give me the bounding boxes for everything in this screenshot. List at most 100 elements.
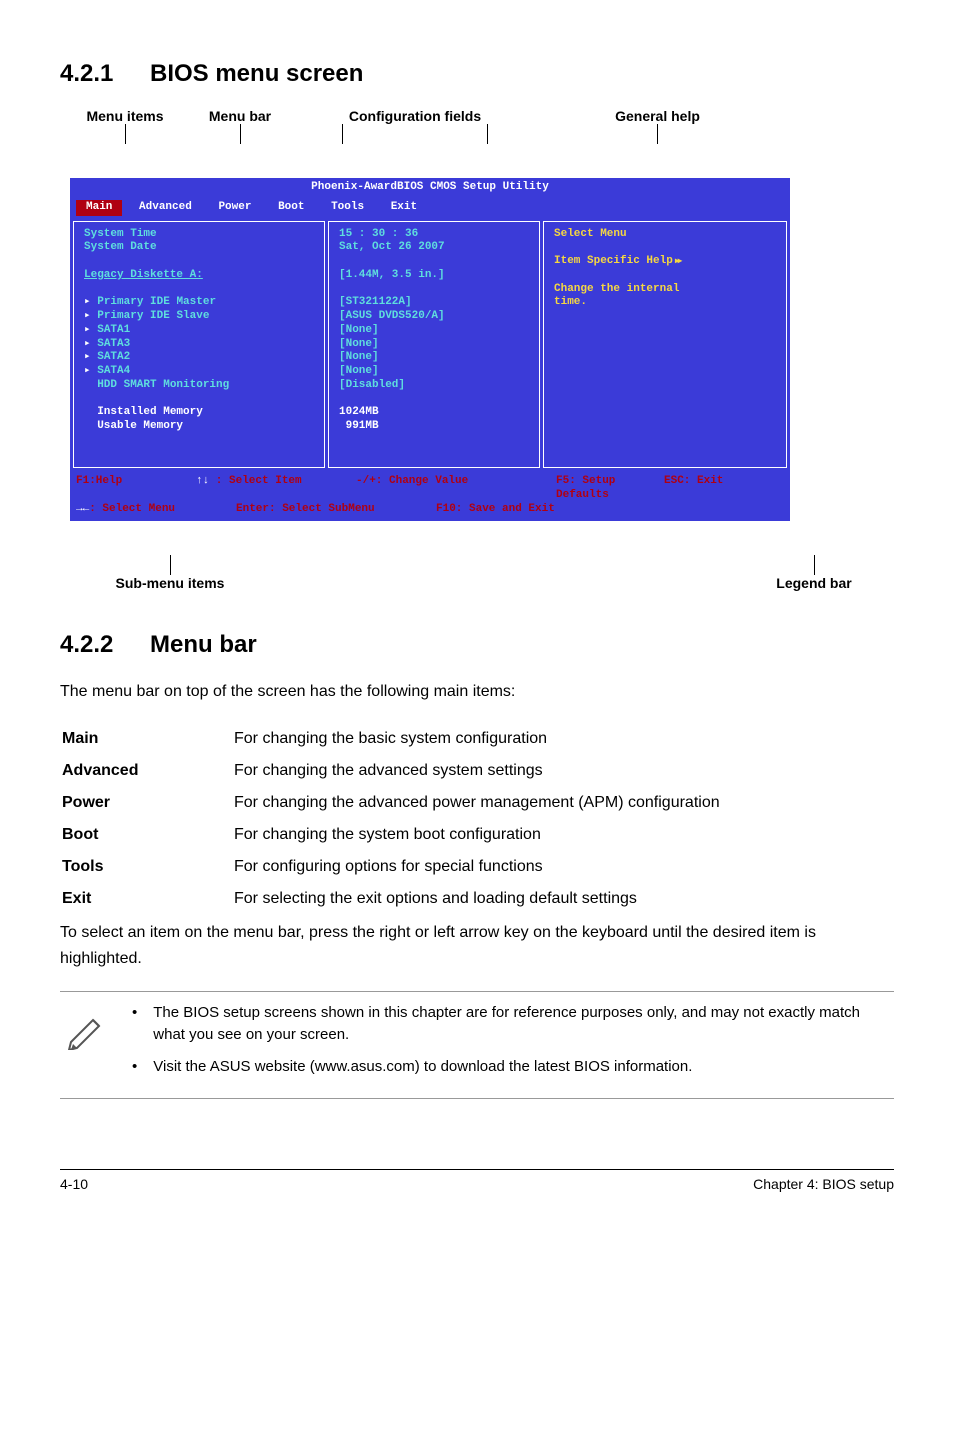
bios-left-pane: System Time System Date Legacy Diskette … <box>73 221 325 469</box>
desc-key: Power <box>62 788 232 818</box>
tab-exit: Exit <box>381 200 427 216</box>
legend-f10: F10: Save and Exit <box>436 503 784 517</box>
bios-value: [ASUS DVDS520/A] <box>339 310 529 324</box>
section-intro: The menu bar on top of the screen has th… <box>60 679 894 705</box>
bios-value: [None] <box>339 324 529 338</box>
bios-legend-bar: F1:Help ↑↓ : Select Item -/+: Change Val… <box>70 471 790 520</box>
bios-system-date: System Date <box>84 241 314 255</box>
bios-mid-pane: 15 : 30 : 36 Sat, Oct 26 2007 [1.44M, 3.… <box>328 221 540 469</box>
desc-value: For selecting the exit options and loadi… <box>234 884 892 914</box>
section-4-2-1-title: 4.2.1BIOS menu screen <box>60 60 894 88</box>
bios-installed-memory-value: 1024MB <box>339 406 529 420</box>
bios-installed-memory: Installed Memory <box>97 406 203 418</box>
bios-legacy-diskette: Legacy Diskette A: <box>84 269 314 283</box>
desc-key: Tools <box>62 852 232 882</box>
bios-value: [Disabled] <box>339 379 529 393</box>
bios-item: SATA2 <box>97 351 130 363</box>
section-heading: Menu bar <box>150 631 257 658</box>
table-row: ExitFor selecting the exit options and l… <box>62 884 892 914</box>
bios-item: Primary IDE Master <box>97 296 216 308</box>
legend-enter-select: Enter: Select SubMenu <box>236 503 436 517</box>
desc-key: Boot <box>62 820 232 850</box>
bios-item: Primary IDE Slave <box>97 310 209 322</box>
bios-item: SATA1 <box>97 324 130 336</box>
arrows-leftright-icon: →← <box>76 503 89 515</box>
bios-time-value: 15 : 30 : 36 <box>339 228 529 242</box>
section-number: 4.2.2 <box>60 631 150 659</box>
submenu-arrow-icon: ▸ <box>84 324 97 336</box>
legend-select-item: : Select Item <box>209 475 301 487</box>
section-number: 4.2.1 <box>60 60 150 88</box>
bios-system-time: System Time <box>84 228 314 242</box>
submenu-arrow-icon: ▸ <box>84 296 97 308</box>
desc-key: Exit <box>62 884 232 914</box>
bios-item-specific-help: Item Specific Help <box>554 255 673 267</box>
table-row: ToolsFor configuring options for special… <box>62 852 892 882</box>
tab-tools: Tools <box>321 200 374 216</box>
menu-description-table: MainFor changing the basic system config… <box>60 722 894 916</box>
legend-change-value: -/+: Change Value <box>356 475 556 503</box>
bios-date-value: Sat, Oct 26 2007 <box>339 241 529 255</box>
bios-value: [ST321122A] <box>339 296 529 310</box>
bios-value: [None] <box>339 365 529 379</box>
bios-value: [None] <box>339 338 529 352</box>
legend-select-menu: : Select Menu <box>89 503 175 515</box>
note-text: The BIOS setup screens shown in this cha… <box>153 1002 894 1046</box>
note-text: Visit the ASUS website (www.asus.com) to… <box>153 1056 692 1078</box>
label-menu-bar: Menu bar <box>209 108 271 124</box>
legend-f1: F1:Help <box>76 475 196 503</box>
legend-f5: F5: Setup Defaults <box>556 475 664 503</box>
label-submenu-items: Sub-menu items <box>116 575 225 591</box>
label-config-fields: Configuration fields <box>349 108 481 124</box>
submenu-arrow-icon: ▸ <box>84 365 97 377</box>
bios-select-menu: Select Menu <box>554 228 776 242</box>
tab-main: Main <box>76 200 122 216</box>
submenu-arrow-icon: ▸ <box>84 351 97 363</box>
desc-key: Main <box>62 724 232 754</box>
bios-item: HDD SMART Monitoring <box>97 379 229 391</box>
tab-advanced: Advanced <box>129 200 202 216</box>
note-item: Visit the ASUS website (www.asus.com) to… <box>124 1056 894 1078</box>
tab-boot: Boot <box>268 200 314 216</box>
page-footer: 4-10 Chapter 4: BIOS setup <box>60 1169 894 1192</box>
section-4-2-2-title: 4.2.2Menu bar <box>60 631 894 659</box>
desc-value: For changing the advanced power manageme… <box>234 788 892 818</box>
diagram-top-labels: Menu items Menu bar Configuration fields… <box>70 108 894 150</box>
bios-screenshot: Phoenix-AwardBIOS CMOS Setup Utility Mai… <box>70 178 790 521</box>
legend-esc: ESC: Exit <box>664 475 784 503</box>
bios-item: SATA3 <box>97 338 130 350</box>
diagram-bottom-labels: Sub-menu items Legend bar <box>70 549 894 591</box>
bios-tabs: Main Advanced Power Boot Tools Exit <box>70 198 790 218</box>
page-number: 4-10 <box>60 1176 88 1192</box>
section-outro: To select an item on the menu bar, press… <box>60 920 894 971</box>
bios-usable-memory-value: 991MB <box>339 420 529 434</box>
arrows-updown-icon: ↑↓ <box>196 475 209 487</box>
bios-legacy-value: [1.44M, 3.5 in.] <box>339 269 529 283</box>
table-row: PowerFor changing the advanced power man… <box>62 788 892 818</box>
bios-header: Phoenix-AwardBIOS CMOS Setup Utility <box>70 178 790 198</box>
desc-value: For changing the basic system configurat… <box>234 724 892 754</box>
desc-key: Advanced <box>62 756 232 786</box>
table-row: BootFor changing the system boot configu… <box>62 820 892 850</box>
desc-value: For changing the advanced system setting… <box>234 756 892 786</box>
desc-value: For changing the system boot configurati… <box>234 820 892 850</box>
bios-item: SATA4 <box>97 365 130 377</box>
section-heading: BIOS menu screen <box>150 60 363 87</box>
help-arrows-icon <box>673 255 681 267</box>
bios-help-text: time. <box>554 296 776 310</box>
bios-help-text: Change the internal <box>554 283 776 297</box>
pencil-icon <box>60 1006 110 1050</box>
bios-usable-memory: Usable Memory <box>97 420 183 432</box>
table-row: AdvancedFor changing the advanced system… <box>62 756 892 786</box>
bios-value: [None] <box>339 351 529 365</box>
submenu-arrow-icon: ▸ <box>84 338 97 350</box>
note-item: The BIOS setup screens shown in this cha… <box>124 1002 894 1046</box>
submenu-arrow-icon: ▸ <box>84 310 97 322</box>
tab-power: Power <box>208 200 261 216</box>
desc-value: For configuring options for special func… <box>234 852 892 882</box>
note-box: The BIOS setup screens shown in this cha… <box>60 991 894 1098</box>
label-general-help: General help <box>615 108 700 124</box>
label-legend-bar: Legend bar <box>776 575 851 591</box>
table-row: MainFor changing the basic system config… <box>62 724 892 754</box>
chapter-label: Chapter 4: BIOS setup <box>753 1176 894 1192</box>
